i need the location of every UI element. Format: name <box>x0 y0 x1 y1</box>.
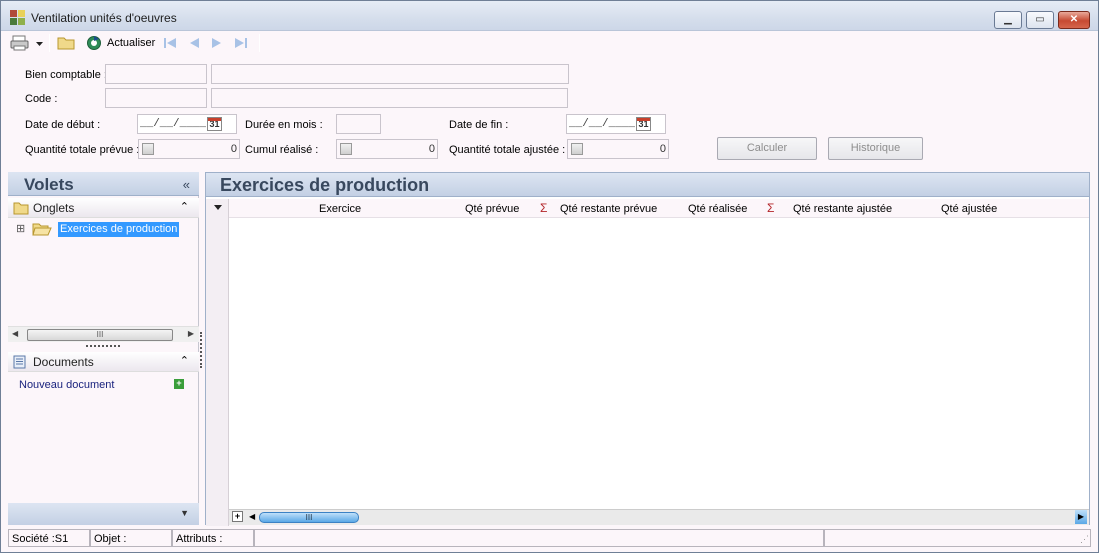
calculator-icon[interactable] <box>340 143 352 155</box>
scrollbar-thumb[interactable]: III <box>27 329 173 341</box>
documents-title: Documents <box>33 355 94 369</box>
qte-prevue-label: Quantité totale prévue : <box>25 144 140 156</box>
qte-prevue-field[interactable]: 0 <box>138 139 240 159</box>
onglets-title: Onglets <box>33 201 75 215</box>
add-document-icon[interactable]: + <box>174 379 184 389</box>
toolbar: Actualiser <box>1 32 1098 54</box>
onglets-section-header[interactable]: Onglets ⌃ <box>8 198 199 218</box>
qte-ajustee-label: Quantité totale ajustée : <box>449 144 566 156</box>
refresh-icon[interactable] <box>86 35 103 51</box>
sum-icon[interactable]: Σ <box>540 201 547 215</box>
status-attributs: Attributs : <box>172 529 254 547</box>
grid-footer: + ◀ III ▶ <box>229 509 1089 525</box>
status-societe: Société :S1 <box>8 529 90 547</box>
column-header-qte-ajustee[interactable]: Qté ajustée <box>941 203 997 215</box>
column-header-qte-restante-prevue[interactable]: Qté restante prévue <box>560 203 657 215</box>
next-record-icon[interactable] <box>209 35 225 51</box>
toolbar-separator <box>49 34 50 52</box>
grid-body[interactable] <box>229 219 1089 509</box>
bien-comptable-label: Bien comptable : <box>25 69 107 81</box>
code-label-field[interactable] <box>211 88 568 108</box>
document-icon <box>13 355 26 369</box>
cumul-field[interactable]: 0 <box>336 139 438 159</box>
grid-header: Exercice Qté prévue Σ Qté restante prévu… <box>206 199 1089 218</box>
open-folder-icon <box>32 223 52 236</box>
new-document-link[interactable]: Nouveau document <box>19 379 114 391</box>
tree-expand-icon[interactable]: ⊞ <box>16 222 25 235</box>
historique-button[interactable]: Historique <box>828 137 923 160</box>
horizontal-scrollbar[interactable]: ◀ III ▶ <box>8 326 199 342</box>
cumul-value: 0 <box>428 143 435 155</box>
calculer-button[interactable]: Calculer <box>717 137 817 160</box>
calendar-icon[interactable]: 31 <box>636 117 651 131</box>
scroll-left-icon[interactable]: ◀ <box>249 512 255 521</box>
column-chooser-icon[interactable] <box>214 205 222 210</box>
calendar-icon[interactable]: 31 <box>207 117 222 131</box>
column-header-qte-realisee[interactable]: Qté réalisée <box>688 203 747 215</box>
app-icon <box>10 10 26 26</box>
calculator-icon[interactable] <box>571 143 583 155</box>
scroll-right-icon[interactable]: ▶ <box>1075 510 1087 524</box>
first-record-icon[interactable] <box>162 35 178 51</box>
add-row-icon[interactable]: + <box>232 511 243 522</box>
column-header-exercice[interactable]: Exercice <box>319 203 361 215</box>
refresh-label[interactable]: Actualiser <box>107 37 155 49</box>
date-debut-label: Date de début : <box>25 119 101 131</box>
duree-label: Durée en mois : <box>245 119 323 131</box>
bien-comptable-code-field[interactable] <box>105 64 207 84</box>
main-window: Ventilation unités d'oeuvres ▁ ▭ ✕ Actua… <box>0 0 1099 553</box>
date-fin-input[interactable]: __/__/____ <box>566 114 666 134</box>
status-panel <box>824 529 1091 547</box>
left-pane-footer: ▼ <box>8 503 199 525</box>
left-pane: Volets « Onglets ⌃ ⊞ Exercices de produc… <box>8 172 202 525</box>
volets-header: Volets « <box>8 172 199 196</box>
code-field[interactable] <box>105 88 207 108</box>
scroll-right-icon[interactable]: ▶ <box>188 329 194 338</box>
sum-icon[interactable]: Σ <box>767 201 774 215</box>
main-pane-header: Exercices de production <box>206 173 1089 197</box>
date-debut-input[interactable]: __/__/____ <box>137 114 237 134</box>
tree-item-label[interactable]: Exercices de production <box>58 222 180 237</box>
status-panel <box>254 529 824 547</box>
previous-record-icon[interactable] <box>186 35 202 51</box>
minimize-button[interactable]: ▁ <box>994 11 1022 29</box>
scrollbar-thumb[interactable]: III <box>259 512 359 523</box>
window-title: Ventilation unités d'oeuvres <box>31 11 177 25</box>
cumul-label: Cumul réalisé : <box>245 144 319 156</box>
vertical-splitter-handle[interactable] <box>200 332 202 368</box>
resize-grip-icon[interactable]: ⋰ <box>1080 534 1089 545</box>
title-bar: Ventilation unités d'oeuvres ▁ ▭ ✕ <box>1 1 1098 31</box>
toolbar-separator <box>259 34 260 52</box>
main-pane-title: Exercices de production <box>220 175 430 195</box>
chevron-up-icon[interactable]: ⌃ <box>180 354 189 367</box>
bien-comptable-label-field[interactable] <box>211 64 569 84</box>
documents-section-header[interactable]: Documents ⌃ <box>8 352 199 372</box>
close-button[interactable]: ✕ <box>1058 11 1090 29</box>
maximize-button[interactable]: ▭ <box>1026 11 1054 29</box>
column-header-qte-prevue[interactable]: Qté prévue <box>465 203 519 215</box>
splitter-handle[interactable] <box>86 345 120 347</box>
folder-icon[interactable] <box>57 35 75 51</box>
duree-field[interactable] <box>336 114 381 134</box>
qte-ajustee-value: 0 <box>659 143 666 155</box>
folder-icon <box>13 202 29 215</box>
volets-title: Volets <box>24 175 74 194</box>
chevron-down-icon[interactable]: ▼ <box>180 508 189 518</box>
chevron-up-icon[interactable]: ⌃ <box>180 200 189 213</box>
status-objet: Objet : <box>90 529 172 547</box>
row-indicator-column <box>206 199 229 526</box>
scroll-left-icon[interactable]: ◀ <box>12 329 18 338</box>
qte-prevue-value: 0 <box>230 143 237 155</box>
printer-icon[interactable] <box>10 35 30 51</box>
main-pane: Exercices de production Exercice Qté pré… <box>205 172 1090 526</box>
calculator-icon[interactable] <box>142 143 154 155</box>
column-header-qte-restante-ajustee[interactable]: Qté restante ajustée <box>793 203 892 215</box>
dropdown-arrow-icon[interactable] <box>35 35 44 51</box>
status-bar: Société :S1 Objet : Attributs : ⋰ <box>8 529 1091 547</box>
code-label: Code : <box>25 93 58 105</box>
date-fin-label: Date de fin : <box>449 119 509 131</box>
last-record-icon[interactable] <box>233 35 249 51</box>
collapse-pane-icon[interactable]: « <box>183 177 190 192</box>
qte-ajustee-field[interactable]: 0 <box>567 139 669 159</box>
